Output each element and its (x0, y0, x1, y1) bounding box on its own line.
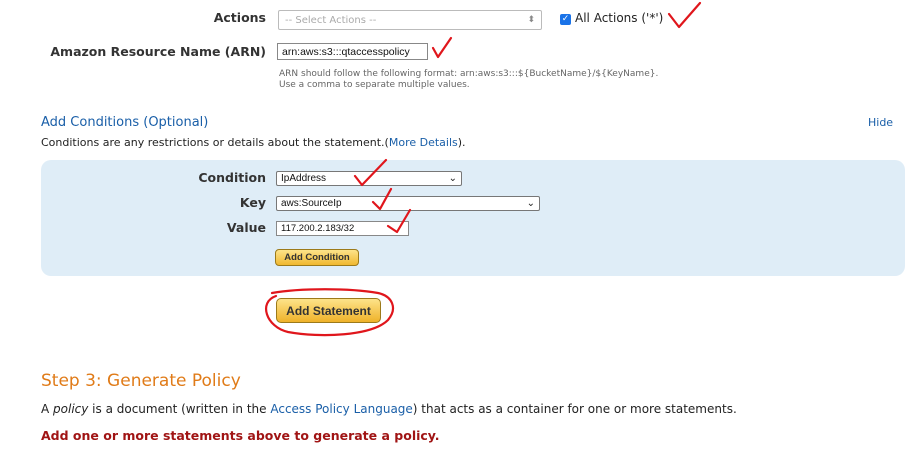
key-select-value: aws:SourceIp (281, 198, 342, 209)
arn-label: Amazon Resource Name (ARN) (50, 44, 266, 59)
step3-desc-italic: policy (53, 402, 89, 416)
value-label: Value (226, 220, 266, 235)
all-actions-label: All Actions ('*') (575, 11, 664, 25)
add-condition-button[interactable]: Add Condition (275, 249, 359, 266)
arn-hint-line1: ARN should follow the following format: … (279, 69, 659, 79)
conditions-description: Conditions are any restrictions or detai… (41, 136, 466, 149)
conditions-desc-prefix: Conditions are any restrictions or detai… (41, 136, 389, 149)
updown-icon: ⬍ (527, 15, 535, 25)
condition-select-value: IpAddress (281, 173, 327, 184)
step3-desc-suffix: ) that acts as a container for one or mo… (412, 402, 737, 416)
chevron-down-icon: ⌄ (448, 173, 457, 184)
conditions-desc-suffix: ). (457, 136, 466, 149)
key-select[interactable]: aws:SourceIp ⌄ (276, 196, 540, 211)
hide-link[interactable]: Hide (868, 116, 893, 129)
chevron-down-icon: ⌄ (526, 198, 535, 209)
arn-input[interactable]: arn:aws:s3:::qtaccesspolicy (277, 43, 428, 60)
arn-hint-line2: Use a comma to separate multiple values. (279, 80, 470, 90)
step3-title: Step 3: Generate Policy (41, 371, 241, 391)
step3-description: A policy is a document (written in the A… (41, 402, 737, 416)
add-statement-button[interactable]: Add Statement (276, 298, 381, 323)
checkmark-icon (431, 36, 453, 59)
actions-label: Actions (213, 10, 266, 25)
step3-desc-middle: is a document (written in the (88, 402, 271, 416)
all-actions-checkbox[interactable]: ✓ (560, 14, 571, 25)
more-details-link[interactable]: More Details (389, 136, 458, 149)
key-label: Key (239, 195, 266, 210)
access-policy-language-link[interactable]: Access Policy Language (270, 402, 412, 416)
condition-label: Condition (198, 170, 266, 185)
condition-select[interactable]: IpAddress ⌄ (276, 171, 462, 186)
step3-warning: Add one or more statements above to gene… (41, 428, 440, 443)
conditions-title: Add Conditions (Optional) (41, 115, 209, 130)
actions-select[interactable]: -- Select Actions -- ⬍ (278, 10, 542, 30)
step3-desc-prefix: A (41, 402, 54, 416)
checkmark-icon (667, 1, 702, 29)
actions-select-placeholder: -- Select Actions -- (285, 14, 377, 26)
value-input[interactable]: 117.200.2.183/32 (276, 221, 409, 236)
